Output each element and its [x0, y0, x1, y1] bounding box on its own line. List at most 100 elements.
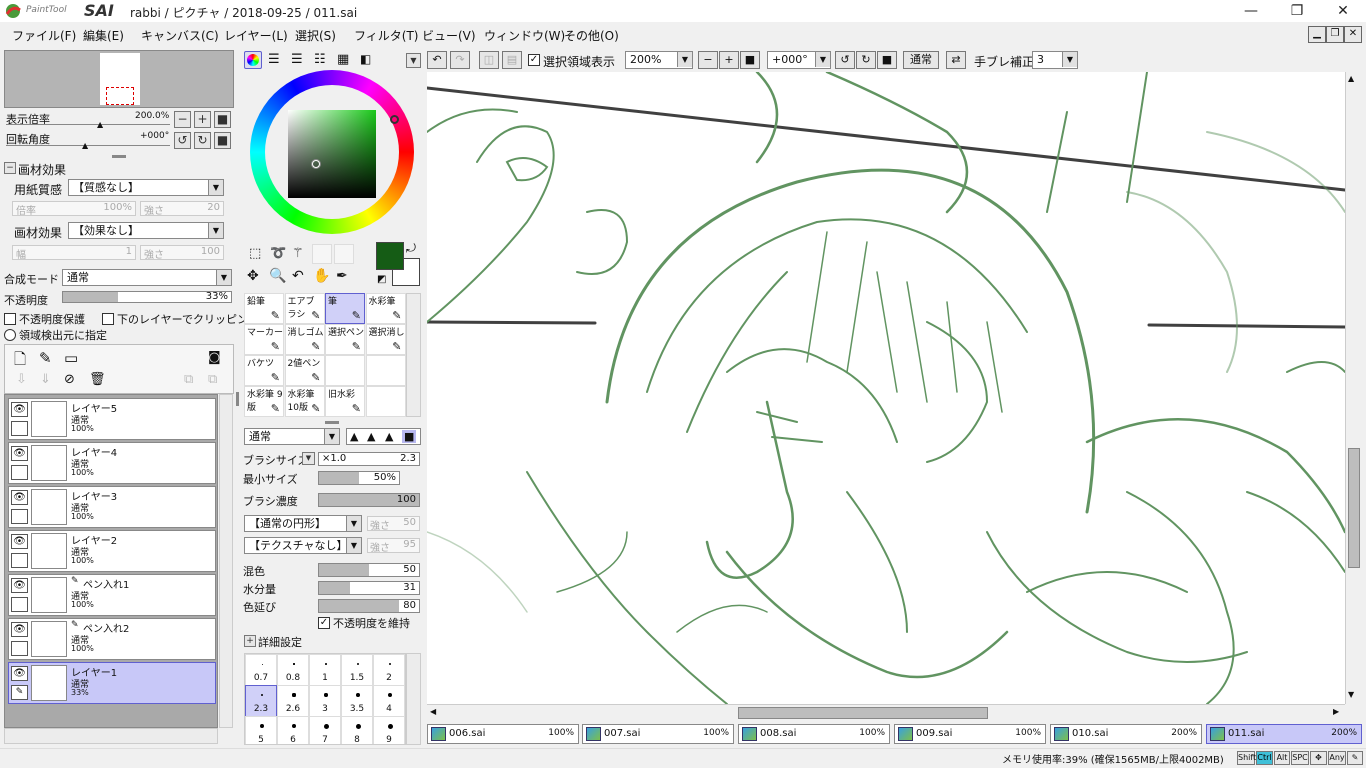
- zoom-tool-icon[interactable]: 🔍: [269, 268, 286, 284]
- rotate-left-button[interactable]: ↺: [174, 132, 191, 149]
- mdi-close-button[interactable]: ✕: [1344, 26, 1362, 43]
- canvas-vertical-scrollbar[interactable]: [1345, 72, 1362, 704]
- rect-select-icon[interactable]: ⬚: [249, 246, 261, 261]
- magic-wand-icon[interactable]: ⚚: [292, 246, 304, 261]
- menu-other[interactable]: その他(O): [564, 27, 619, 44]
- new-pen-layer-icon[interactable]: ✎: [39, 349, 52, 367]
- protect-opacity-checkbox[interactable]: [4, 313, 16, 325]
- brush-size-preset[interactable]: 3: [309, 685, 341, 717]
- tool-slot[interactable]: 水彩筆 9版 ✎: [244, 386, 284, 417]
- clipping-checkbox[interactable]: [102, 313, 114, 325]
- minimize-button[interactable]: —: [1228, 0, 1274, 22]
- layer-row[interactable]: 👁 レイヤー2 通常 100%: [8, 530, 216, 572]
- layer-list-hscrollbar[interactable]: [4, 728, 218, 744]
- rgb-slider-tab-icon[interactable]: ☰: [268, 52, 280, 67]
- flip-horizontal-button[interactable]: ⇄: [946, 51, 966, 69]
- scroll-right-arrow[interactable]: ▶: [1333, 707, 1339, 716]
- collapse-icon[interactable]: −: [4, 162, 16, 174]
- move-icon[interactable]: ✥: [247, 268, 259, 284]
- stretch-slider[interactable]: 80: [318, 599, 420, 613]
- zoom-reset-button[interactable]: ■: [214, 111, 231, 128]
- close-button[interactable]: ✕: [1320, 0, 1366, 22]
- menu-window[interactable]: ウィンドウ(W): [484, 27, 565, 44]
- zoom-out-button[interactable]: −: [174, 111, 191, 128]
- eye-icon[interactable]: 👁: [11, 622, 28, 637]
- brush-shape-select[interactable]: 【通常の円形】 ▼: [244, 515, 362, 532]
- primary-color-swatch[interactable]: [376, 242, 404, 270]
- brush-size-preset[interactable]: 2: [373, 654, 405, 686]
- menu-view[interactable]: ビュー(V): [422, 27, 476, 44]
- trash-icon[interactable]: 🗑: [89, 372, 106, 387]
- rotate-tool-icon[interactable]: ↶: [292, 268, 304, 284]
- toolbar-rotate-right-button[interactable]: ↻: [856, 51, 876, 69]
- tool-slot[interactable]: 2値ペン ✎: [284, 355, 325, 386]
- detect-source-radio[interactable]: [4, 329, 16, 341]
- panel-splitter[interactable]: [112, 155, 126, 158]
- rotate-slider-thumb[interactable]: ▲: [82, 141, 88, 150]
- file-tab[interactable]: 008.sai 100%: [738, 724, 890, 744]
- tool-slot[interactable]: エアブラシ ✎: [284, 293, 325, 324]
- size-range-dropdown[interactable]: ▼: [302, 452, 315, 465]
- layer-row[interactable]: 👁 レイヤー4 通常 100%: [8, 442, 216, 484]
- tool-slot[interactable]: バケツ ✎: [244, 355, 284, 386]
- blend-mode-select[interactable]: 通常 ▼: [62, 269, 232, 286]
- brush-size-preset[interactable]: 2.6: [277, 685, 309, 717]
- tool-slot[interactable]: 鉛筆 ✎: [244, 293, 284, 324]
- brush-size-preset[interactable]: 9: [373, 716, 405, 744]
- min-size-slider[interactable]: 50%: [318, 471, 400, 485]
- eye-icon[interactable]: 👁: [11, 446, 28, 461]
- lock-checkbox[interactable]: [11, 553, 28, 568]
- stabilizer-select[interactable]: 3 ▼: [1032, 51, 1078, 69]
- lock-checkbox[interactable]: [11, 421, 28, 436]
- file-tab[interactable]: 006.sai 100%: [427, 724, 579, 744]
- layer-row[interactable]: 👁 レイヤー3 通常 100%: [8, 486, 216, 528]
- color-wheel-tab[interactable]: [244, 51, 262, 69]
- file-tab[interactable]: 009.sai 100%: [894, 724, 1046, 744]
- deselect-button[interactable]: ◫: [479, 51, 499, 69]
- mixer-tab-icon[interactable]: ☷: [314, 52, 326, 67]
- toolbar-zoom-reset-button[interactable]: ■: [740, 51, 760, 69]
- brush-size-preset[interactable]: 8: [341, 716, 373, 744]
- layer-mask-icon[interactable]: ◙: [208, 350, 221, 365]
- brush-size-preset[interactable]: 0.7: [245, 654, 277, 686]
- transparent-color-icon[interactable]: ◩: [377, 274, 386, 285]
- brush-size-preset[interactable]: 1: [309, 654, 341, 686]
- brush-texture-select[interactable]: 【テクスチャなし】 ▼: [244, 537, 362, 554]
- view-mode-button[interactable]: 通常: [903, 51, 939, 69]
- new-folder-icon[interactable]: ▭: [64, 349, 78, 367]
- panel-splitter[interactable]: [325, 421, 339, 424]
- mix-slider[interactable]: 50: [318, 563, 420, 577]
- hand-icon[interactable]: ✋: [313, 268, 330, 284]
- brush-icon[interactable]: ✎: [11, 685, 28, 700]
- navigator-preview[interactable]: [4, 50, 234, 108]
- brush-size-slider[interactable]: ×1.0 2.3: [318, 452, 420, 466]
- layer-row[interactable]: 👁 ✎ ペン入れ1 通常 100%: [8, 574, 216, 616]
- hue-cursor[interactable]: [390, 115, 399, 124]
- brush-size-preset[interactable]: 4: [373, 685, 405, 717]
- panel-splitter-vertical[interactable]: [236, 392, 239, 406]
- swatches-tab-icon[interactable]: ▦: [337, 52, 349, 67]
- tool-slot[interactable]: 選択ペン ✎: [325, 324, 365, 355]
- menu-file[interactable]: ファイル(F): [12, 27, 76, 44]
- canvas-horizontal-scrollbar[interactable]: [427, 704, 1345, 721]
- hscroll-thumb[interactable]: [738, 707, 988, 719]
- scroll-up-arrow[interactable]: ▲: [1348, 74, 1354, 83]
- brush-size-preset[interactable]: 1.5: [341, 654, 373, 686]
- invert-selection-button[interactable]: ▤: [502, 51, 522, 69]
- lock-checkbox[interactable]: [11, 597, 28, 612]
- opacity-slider[interactable]: 33%: [62, 291, 232, 303]
- lock-checkbox[interactable]: [11, 509, 28, 524]
- layer-row[interactable]: 👁 ✎ ペン入れ2 通常 100%: [8, 618, 216, 660]
- file-tab[interactable]: 010.sai 200%: [1050, 724, 1202, 744]
- zoom-in-button[interactable]: +: [194, 111, 211, 128]
- brush-size-preset[interactable]: 2.3: [245, 685, 277, 717]
- brush-shape-buttons[interactable]: ▲ ▲ ▲ ■: [346, 428, 421, 445]
- keep-opacity-checkbox[interactable]: ✓: [318, 617, 330, 629]
- tool-slot[interactable]: 旧水彩 ✎: [325, 386, 365, 417]
- tool-slot[interactable]: 水彩筆 10版 ✎: [284, 386, 325, 417]
- advanced-settings-label[interactable]: 詳細設定: [258, 634, 302, 650]
- file-tab[interactable]: 011.sai 200%: [1206, 724, 1362, 744]
- brush-size-preset[interactable]: 7: [309, 716, 341, 744]
- toolbar-zoom-out-button[interactable]: −: [698, 51, 718, 69]
- hsv-slider-tab-icon[interactable]: ☰: [291, 52, 303, 67]
